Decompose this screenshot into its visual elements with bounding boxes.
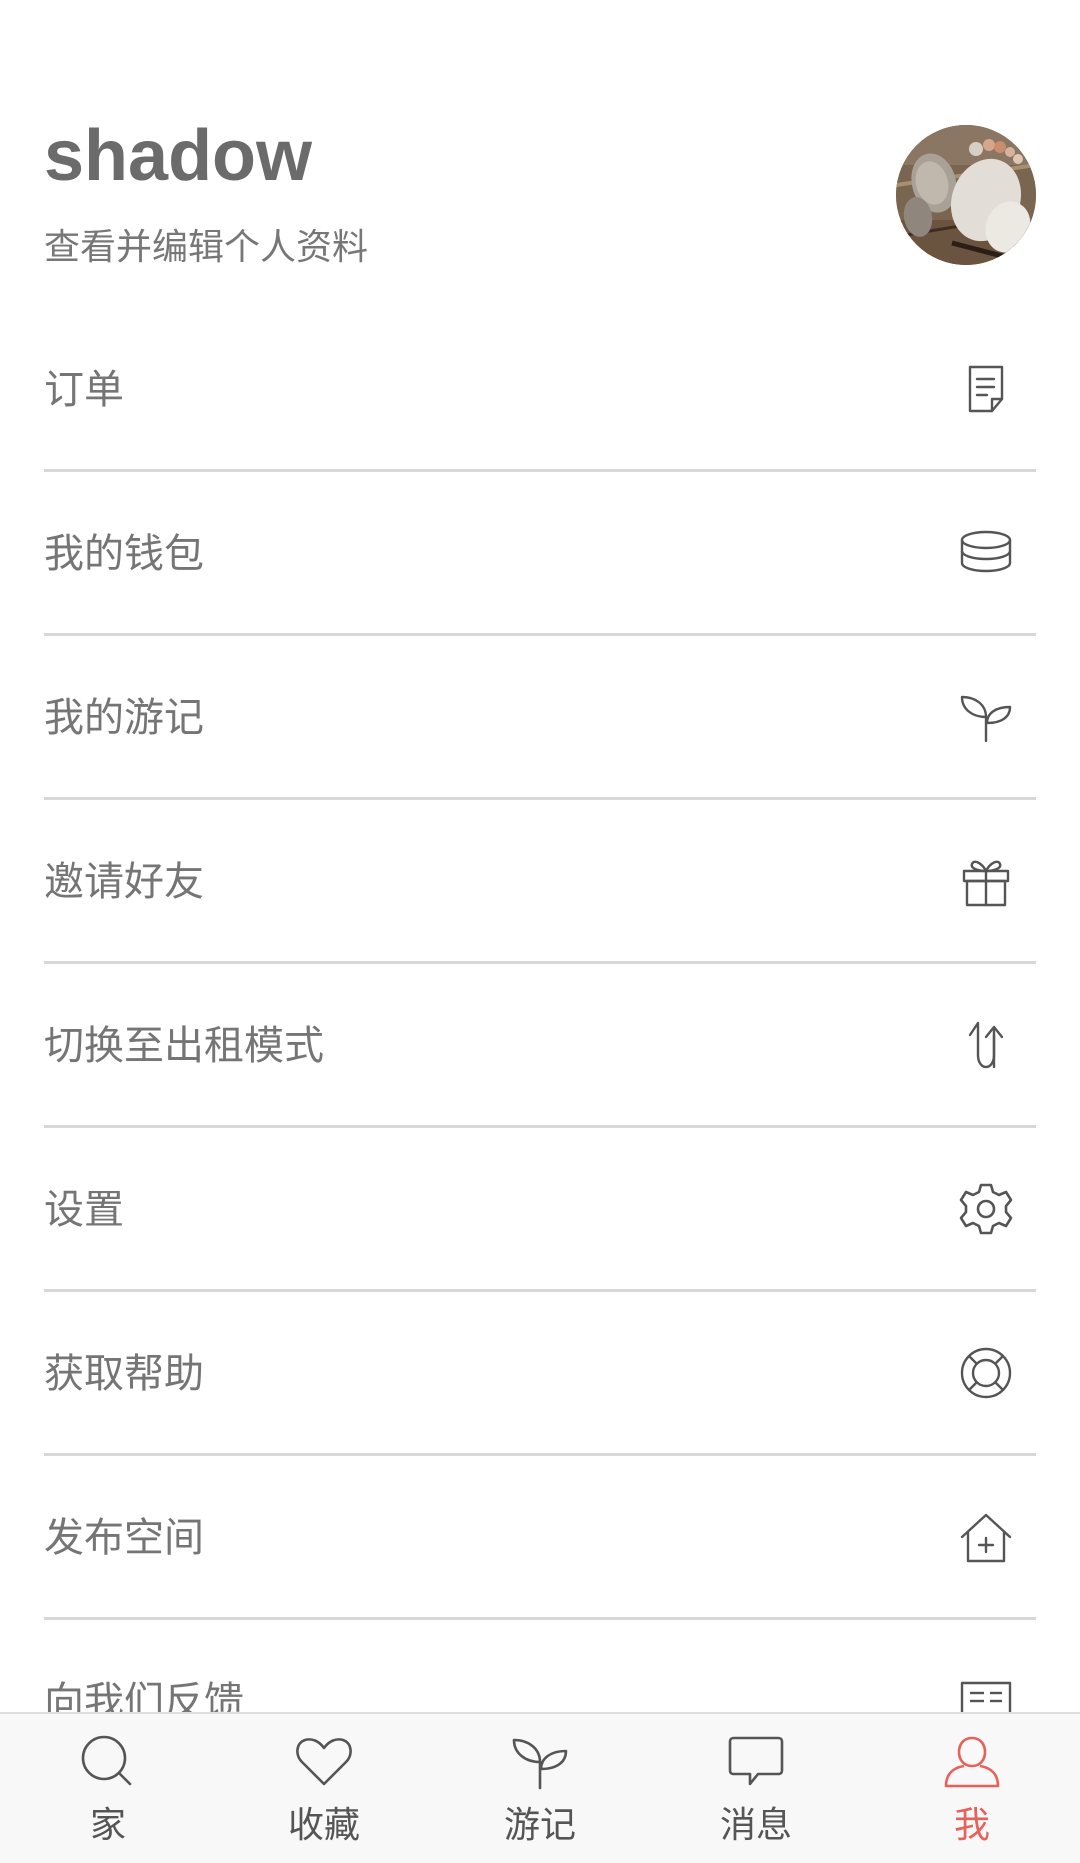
house-plus-icon	[956, 1507, 1016, 1567]
order-document-icon	[956, 359, 1016, 419]
sprout-icon	[508, 1730, 572, 1794]
menu-item-get-help[interactable]: 获取帮助	[44, 1292, 1036, 1456]
menu-item-travelogue[interactable]: 我的游记	[44, 636, 1036, 800]
chat-bubble-icon	[724, 1730, 788, 1794]
gift-icon	[956, 851, 1016, 911]
tab-home[interactable]: 家	[0, 1714, 216, 1863]
edit-profile-link[interactable]: 查看并编辑个人资料	[44, 230, 368, 266]
menu-item-list-space[interactable]: 发布空间	[44, 1456, 1036, 1620]
tab-label: 游记	[503, 1805, 576, 1846]
tab-label: 收藏	[287, 1805, 360, 1846]
search-icon	[76, 1730, 140, 1794]
menu-item-label: 发布空间	[44, 1515, 204, 1561]
gear-icon	[956, 1179, 1016, 1239]
profile-header[interactable]: shadow 查看并编辑个人资料	[0, 0, 1080, 310]
menu-item-wallet[interactable]: 我的钱包	[44, 472, 1036, 636]
sprout-icon	[956, 687, 1016, 747]
username: shadow	[44, 116, 313, 196]
tab-label: 家	[89, 1805, 126, 1846]
menu-item-label: 获取帮助	[44, 1351, 204, 1397]
wallet-coins-icon	[956, 523, 1016, 583]
bottom-tab-bar: 家 收藏 游记 消息 我	[0, 1712, 1080, 1863]
tab-label: 消息	[719, 1805, 792, 1846]
menu-list: 订单 我的钱包 我的游记 邀请好友 切换至出租模式 设置 获取帮助 发布空间 向…	[44, 308, 1036, 1784]
tab-favorites[interactable]: 收藏	[216, 1714, 432, 1863]
menu-item-label: 设置	[44, 1187, 124, 1233]
heart-icon	[292, 1730, 356, 1794]
switch-arrows-icon	[956, 1015, 1016, 1075]
avatar[interactable]	[896, 125, 1036, 265]
tab-messages[interactable]: 消息	[648, 1714, 864, 1863]
menu-item-label: 我的游记	[44, 695, 204, 741]
menu-item-label: 切换至出租模式	[44, 1023, 324, 1069]
menu-item-label: 订单	[44, 367, 124, 413]
menu-item-switch-to-host[interactable]: 切换至出租模式	[44, 964, 1036, 1128]
menu-item-invite-friends[interactable]: 邀请好友	[44, 800, 1036, 964]
menu-item-label: 邀请好友	[44, 859, 204, 905]
tab-label: 我	[953, 1805, 990, 1846]
tab-travelogue[interactable]: 游记	[432, 1714, 648, 1863]
person-icon	[940, 1730, 1004, 1794]
lifebuoy-icon	[956, 1343, 1016, 1403]
menu-item-label: 我的钱包	[44, 531, 204, 577]
menu-item-settings[interactable]: 设置	[44, 1128, 1036, 1292]
menu-item-orders[interactable]: 订单	[44, 308, 1036, 472]
tab-me[interactable]: 我	[864, 1714, 1080, 1863]
